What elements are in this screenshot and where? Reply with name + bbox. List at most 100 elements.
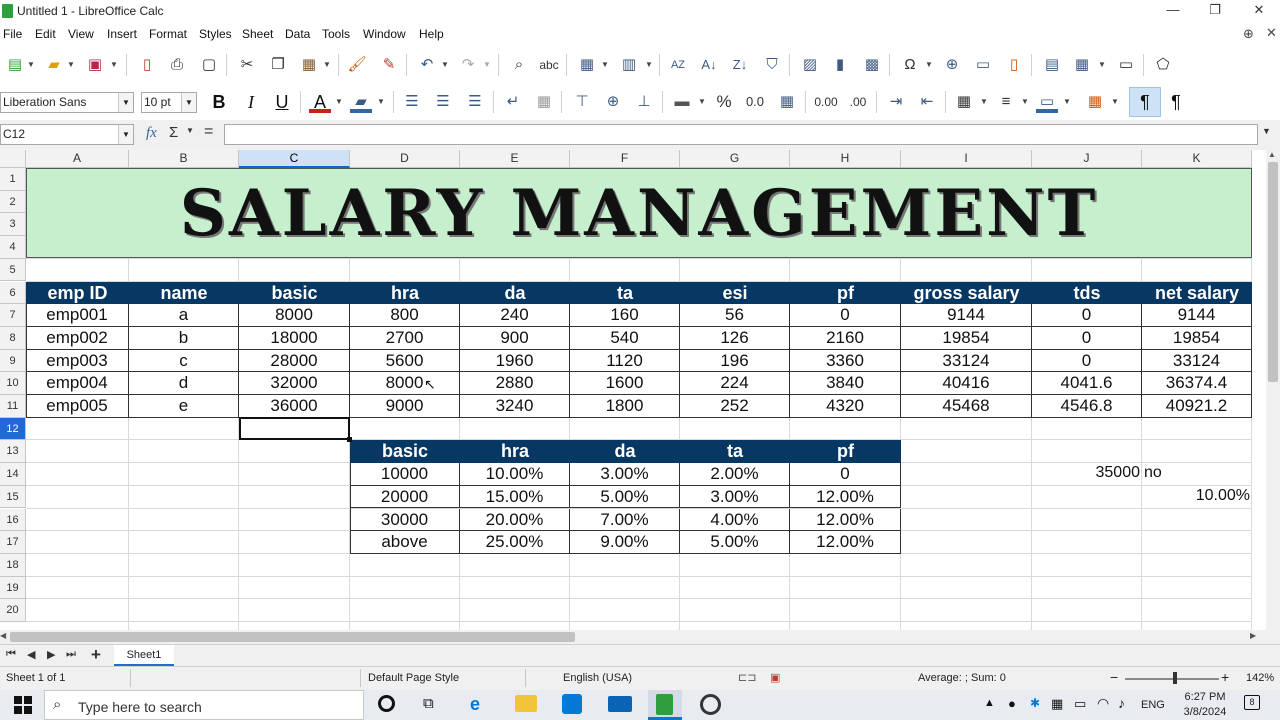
salary-cell[interactable]: 9144: [1142, 304, 1252, 327]
formula-button[interactable]: =: [204, 123, 213, 141]
vertical-scroll-thumb[interactable]: [1268, 162, 1278, 382]
open-dropdown-icon[interactable]: ▼: [67, 54, 75, 76]
paste-icon[interactable]: ▦: [298, 54, 320, 76]
salary-cell[interactable]: a: [129, 304, 239, 327]
salary-cell[interactable]: 40921.2: [1142, 395, 1252, 418]
rate-cell[interactable]: 12.00%: [790, 508, 901, 532]
windows-security-icon[interactable]: ▦: [1051, 696, 1063, 712]
column-header-g[interactable]: G: [680, 150, 790, 168]
insert-chart-icon[interactable]: ▮: [829, 54, 851, 76]
row-header-16[interactable]: 16: [0, 508, 26, 532]
file-explorer-icon[interactable]: [515, 695, 537, 712]
salary-header-cell[interactable]: esi: [680, 282, 790, 305]
row-header-7[interactable]: 7: [0, 304, 26, 327]
salary-cell[interactable]: 0: [1032, 304, 1142, 327]
windows-start-icon[interactable]: [14, 696, 32, 714]
sum-dropdown-icon[interactable]: ▼: [186, 126, 194, 135]
task-view-icon[interactable]: ⧉: [423, 695, 434, 712]
delete-decimal-button[interactable]: .00: [845, 91, 871, 113]
headers-footers-icon[interactable]: ▯: [1003, 54, 1025, 76]
last-sheet-icon[interactable]: ⏭: [66, 648, 76, 661]
rate-cell[interactable]: 5.00%: [570, 485, 680, 509]
zoom-slider-handle[interactable]: [1173, 672, 1177, 684]
salary-header-cell[interactable]: basic: [239, 282, 350, 305]
tds-rate-cell[interactable]: 10.00%: [1142, 487, 1252, 510]
obs-icon[interactable]: [700, 694, 721, 715]
row-header-14[interactable]: 14: [0, 463, 26, 486]
salary-cell[interactable]: 33124: [1142, 349, 1252, 373]
input-language[interactable]: ENG: [1141, 699, 1165, 711]
salary-cell[interactable]: emp005: [26, 395, 129, 418]
currency-dropdown-icon[interactable]: ▼: [698, 91, 706, 113]
chevron-down-icon[interactable]: ▼: [118, 93, 133, 112]
row-header-8[interactable]: 8: [0, 326, 26, 350]
salary-cell[interactable]: 18000: [239, 326, 350, 350]
undo-icon[interactable]: ↶: [416, 54, 438, 76]
selection-mode-icon[interactable]: ⊏⊐: [738, 671, 756, 684]
salary-header-cell[interactable]: net salary: [1142, 282, 1252, 305]
salary-cell[interactable]: 9000: [350, 395, 460, 418]
merge-center-icon[interactable]: ▦: [533, 91, 555, 113]
edge-icon[interactable]: e: [470, 694, 480, 715]
print-preview-icon[interactable]: ▢: [198, 54, 220, 76]
rate-cell[interactable]: 12.00%: [790, 531, 901, 554]
spreadsheet-grid[interactable]: ABCDEFGHIJK 1 2 3 4 5 6 7 8 9 10 11 12 13 14 15 16 17 18 1…: [0, 150, 1268, 632]
salary-cell[interactable]: 224: [680, 372, 790, 395]
font-size-combo[interactable]: 10 pt ▼: [141, 92, 197, 113]
menu-tools[interactable]: Tools: [322, 27, 350, 41]
salary-cell[interactable]: 800: [350, 304, 460, 327]
autofilter-icon[interactable]: ⛉: [761, 54, 783, 76]
salary-cell[interactable]: 19854: [1142, 326, 1252, 350]
new-icon[interactable]: ▤: [4, 54, 26, 76]
column-icon[interactable]: ▥: [618, 54, 640, 76]
row-header-15[interactable]: 15: [0, 485, 26, 509]
insert-image-icon[interactable]: ▨: [799, 54, 821, 76]
zoom-percent[interactable]: 142%: [1246, 672, 1274, 684]
row-header-11[interactable]: 11: [0, 395, 26, 418]
sort-descending-icon[interactable]: Z↓: [729, 54, 751, 76]
clear-formatting-icon[interactable]: ✎: [378, 54, 400, 76]
row-dropdown-icon[interactable]: ▼: [601, 54, 609, 76]
taskbar-search-box[interactable]: ⌕ Type here to search: [44, 690, 364, 720]
salary-cell[interactable]: 19854: [901, 326, 1032, 350]
split-window-icon[interactable]: ▭: [1115, 54, 1137, 76]
store-icon[interactable]: [562, 694, 582, 714]
row-header-5[interactable]: 5: [0, 258, 26, 282]
new-dropdown-icon[interactable]: ▼: [27, 54, 35, 76]
percent-button[interactable]: %: [713, 91, 735, 113]
add-decimal-button[interactable]: 0.00: [813, 91, 839, 113]
rate-cell[interactable]: 9.00%: [570, 531, 680, 554]
salary-cell[interactable]: 3840: [790, 372, 901, 395]
row-header-4[interactable]: 4: [0, 236, 26, 259]
language-status[interactable]: English (USA): [563, 672, 632, 684]
show-draw-functions-icon[interactable]: ⬠: [1152, 54, 1174, 76]
column-header-f[interactable]: F: [570, 150, 680, 168]
network-icon[interactable]: ▭: [1074, 696, 1086, 712]
page-style[interactable]: Default Page Style: [368, 672, 459, 684]
salary-cell[interactable]: e: [129, 395, 239, 418]
rate-cell[interactable]: 30000: [350, 508, 460, 532]
border-style-icon[interactable]: ≡: [995, 91, 1017, 113]
rate-cell[interactable]: 15.00%: [460, 485, 570, 509]
formula-input[interactable]: [224, 124, 1258, 145]
rate-header-cell[interactable]: da: [570, 440, 680, 463]
number-format-button[interactable]: 0.0: [744, 91, 766, 113]
salary-cell[interactable]: 2700: [350, 326, 460, 350]
close-document-icon[interactable]: ✕: [1266, 25, 1277, 41]
rate-cell[interactable]: 10.00%: [460, 463, 570, 486]
row-header-2[interactable]: 2: [0, 190, 26, 214]
function-wizard-button[interactable]: fx: [146, 125, 157, 142]
salary-cell[interactable]: 1960: [460, 349, 570, 373]
highlight-dropdown-icon[interactable]: ▼: [377, 91, 385, 113]
menu-window[interactable]: Window: [363, 27, 406, 41]
salary-cell[interactable]: 33124: [901, 349, 1032, 373]
align-right-icon[interactable]: ☰: [464, 91, 486, 113]
rate-header-cell[interactable]: hra: [460, 440, 570, 463]
menu-format[interactable]: Format: [149, 27, 187, 41]
decrease-indent-icon[interactable]: ⇤: [916, 91, 938, 113]
salary-header-cell[interactable]: gross salary: [901, 282, 1032, 305]
menu-view[interactable]: View: [68, 27, 94, 41]
bluetooth-icon[interactable]: ✱: [1030, 696, 1040, 710]
rate-cell[interactable]: 4.00%: [680, 508, 790, 532]
date-format-icon[interactable]: ▦: [776, 91, 798, 113]
